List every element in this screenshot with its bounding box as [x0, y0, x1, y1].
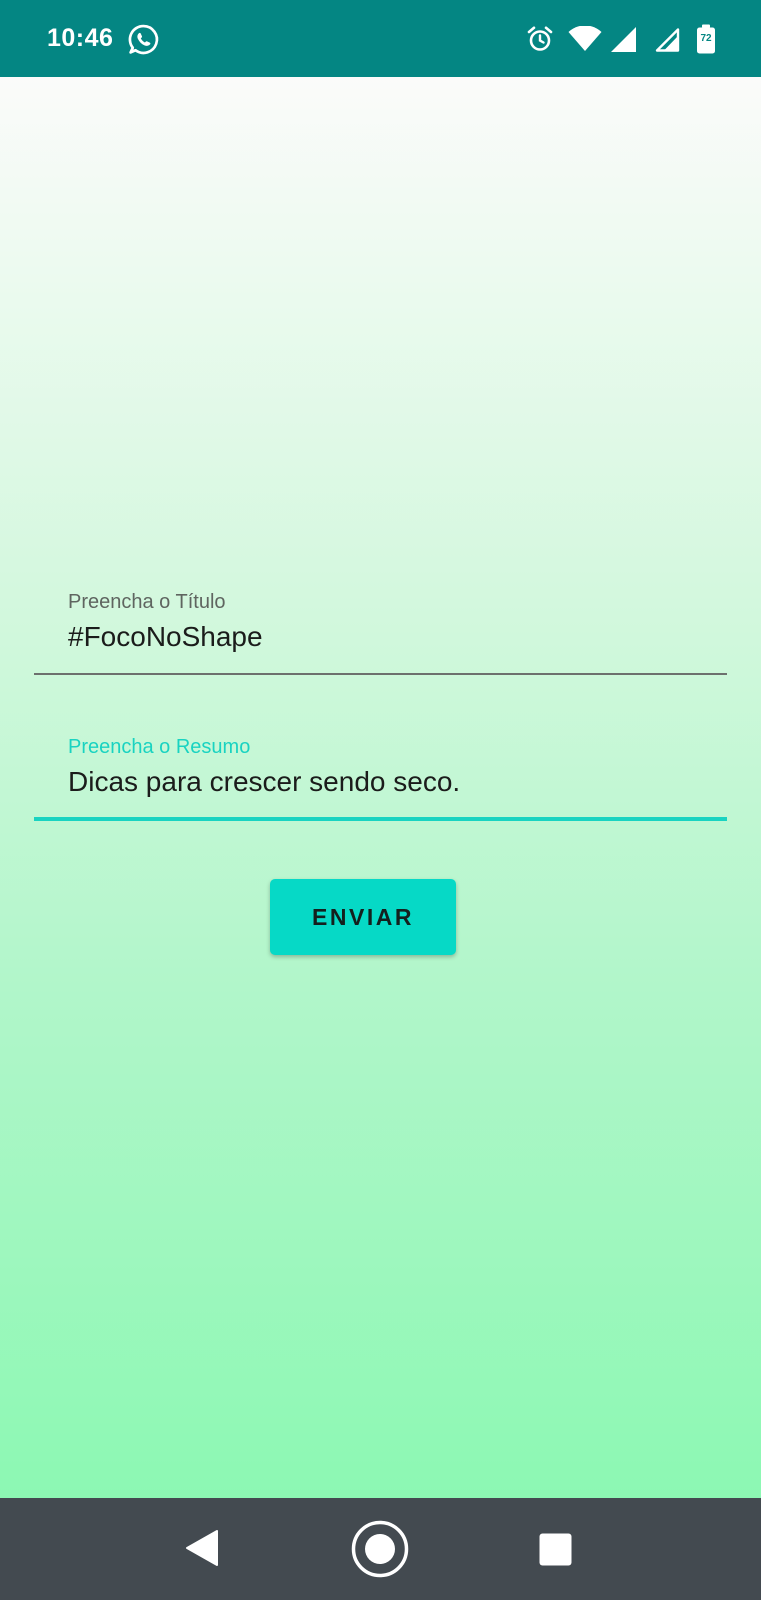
wifi-icon — [568, 26, 602, 51]
signal-icon — [611, 27, 636, 52]
title-field-underline — [34, 673, 727, 675]
status-bar: 10:46 72 — [0, 0, 761, 77]
summary-input[interactable]: Dicas para crescer sendo seco. — [68, 766, 460, 798]
back-icon[interactable] — [183, 1528, 223, 1568]
summary-field-label: Preencha o Resumo — [68, 736, 251, 758]
main-content: Preencha o Título #FocoNoShape Preencha … — [0, 77, 761, 1498]
summary-field-underline — [34, 817, 727, 821]
whatsapp-icon — [128, 24, 159, 55]
battery-icon: 72 — [696, 24, 716, 54]
send-button-label: ENVIAR — [312, 903, 414, 930]
signal-icon — [655, 28, 680, 52]
title-input[interactable]: #FocoNoShape — [68, 621, 263, 653]
title-field[interactable]: Preencha o Título #FocoNoShape — [34, 591, 727, 691]
app-screen: 10:46 72 Preencha o Título #FocoNoShape … — [0, 0, 761, 1600]
navigation-bar — [0, 1498, 761, 1600]
home-icon[interactable] — [351, 1520, 409, 1578]
status-time: 10:46 — [47, 24, 114, 52]
summary-field[interactable]: Preencha o Resumo Dicas para crescer sen… — [34, 736, 727, 836]
send-button[interactable]: ENVIAR — [270, 879, 456, 955]
title-field-label: Preencha o Título — [68, 591, 226, 613]
battery-level: 72 — [700, 33, 712, 44]
recents-icon[interactable] — [539, 1533, 572, 1566]
alarm-icon — [527, 26, 553, 51]
